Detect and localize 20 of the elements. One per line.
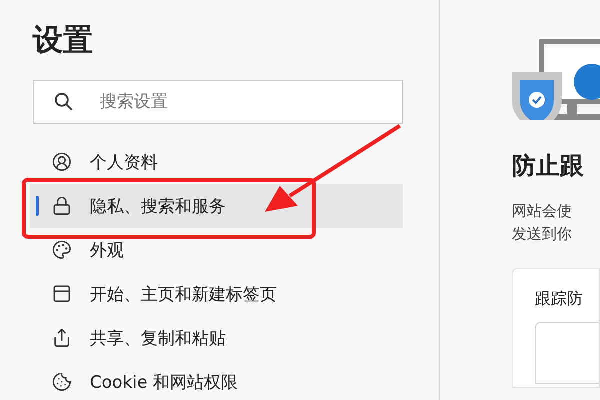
- sidebar-item[interactable]: 隐私、搜索和服务: [30, 184, 403, 228]
- share-icon: [52, 328, 72, 348]
- description-text: 发送到你: [512, 224, 573, 245]
- sidebar-item[interactable]: 外观: [30, 228, 403, 272]
- search-field[interactable]: 搜索设置: [33, 80, 403, 124]
- sidebar-item[interactable]: 共享、复制和粘贴: [30, 316, 403, 360]
- palette-icon: [52, 240, 72, 260]
- cookie-icon: [52, 372, 72, 392]
- settings-title: 设置: [33, 22, 94, 60]
- panel-icon: [52, 284, 72, 304]
- sidebar-item[interactable]: 开始、主页和新建标签页: [30, 272, 403, 316]
- option-tile: [535, 322, 599, 384]
- sidebar-item[interactable]: Cookie 和网站权限: [30, 360, 403, 400]
- lock-icon: [52, 196, 72, 216]
- search-icon: [54, 92, 74, 112]
- section-heading: 防止跟: [512, 151, 585, 182]
- description-text: 网站会使: [512, 201, 573, 222]
- profile-icon: [52, 152, 72, 172]
- sidebar-item[interactable]: 个人资料: [30, 140, 403, 184]
- card-title: 跟踪防: [535, 289, 584, 310]
